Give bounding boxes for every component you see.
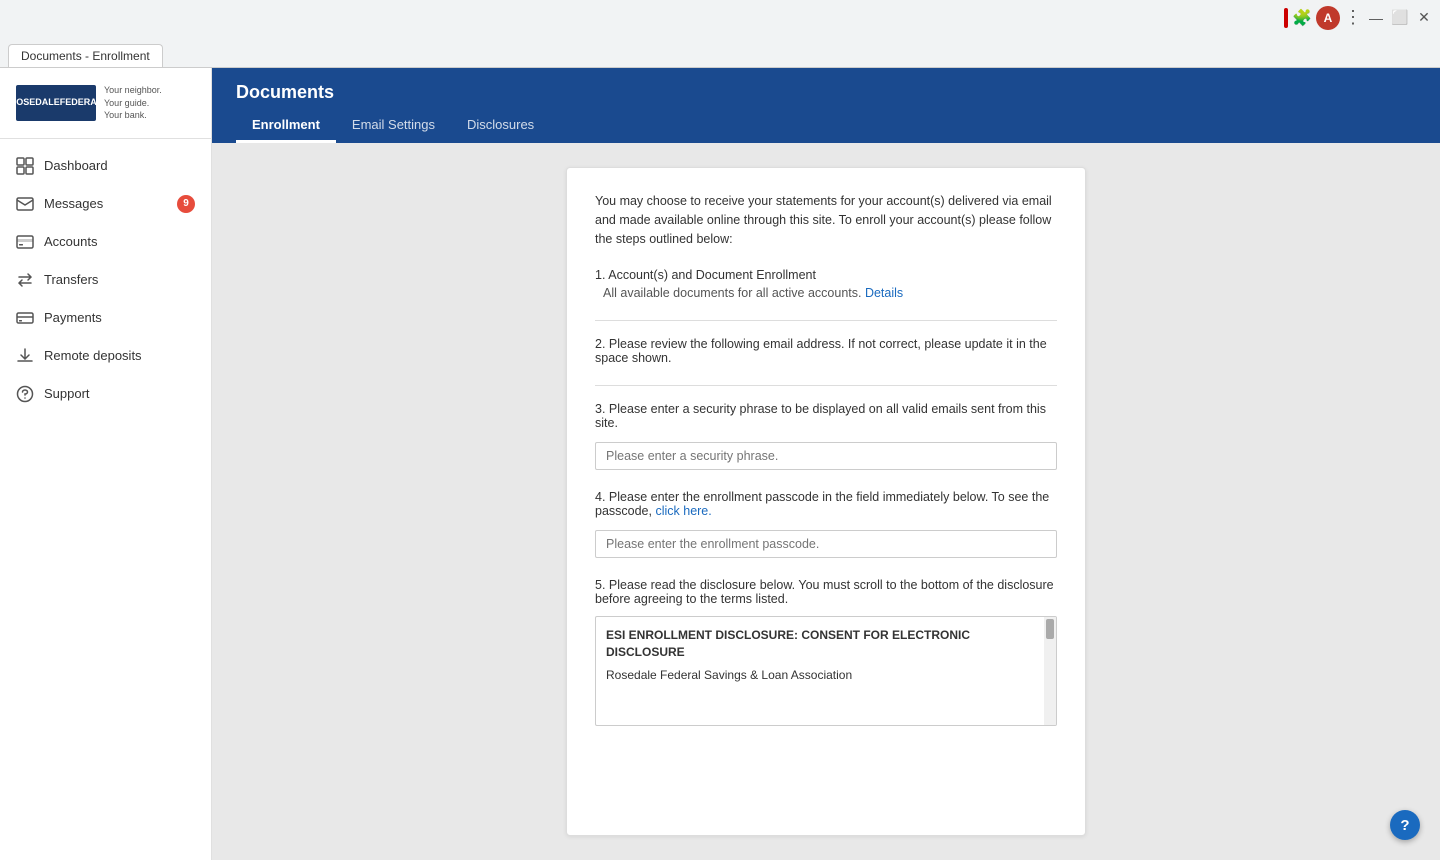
help-button[interactable]: ?	[1390, 810, 1420, 840]
step-5-title: 5. Please read the disclosure below. You…	[595, 578, 1057, 606]
step-2-number: 2.	[595, 337, 605, 351]
support-label: Support	[44, 386, 195, 401]
browser-chrome: 🧩 A ⋮ — ⬜ ✕ Documents - Enrollment	[0, 0, 1440, 68]
step-1-number: 1.	[595, 268, 605, 282]
dashboard-icon	[16, 157, 34, 175]
step-5-label: Please read the disclosure below. You mu…	[595, 578, 1054, 606]
remote-deposits-icon	[16, 347, 34, 365]
dashboard-label: Dashboard	[44, 158, 195, 173]
transfers-label: Transfers	[44, 272, 195, 287]
sidebar-item-remote-deposits[interactable]: Remote deposits	[0, 337, 211, 375]
page-title: Documents	[212, 68, 1440, 103]
accounts-label: Accounts	[44, 234, 195, 249]
accounts-icon	[16, 233, 34, 251]
step-1-details-link[interactable]: Details	[865, 286, 903, 300]
disclosure-body: Rosedale Federal Savings & Loan Associat…	[606, 667, 1036, 684]
extensions-puzzle-icon[interactable]: 🧩	[1292, 8, 1312, 28]
logo-tagline: Your neighbor. Your guide. Your bank.	[104, 84, 162, 122]
account-avatar[interactable]: A	[1316, 6, 1340, 30]
sidebar-nav: Dashboard Messages 9	[0, 139, 211, 860]
header-tabs: Enrollment Email Settings Disclosures	[212, 109, 1440, 143]
disclosure-content: ESI ENROLLMENT DISCLOSURE: CONSENT FOR E…	[596, 617, 1056, 693]
step-3: 3. Please enter a security phrase to be …	[595, 402, 1057, 470]
sidebar-logo: ROSEDALE FEDERAL Your neighbor. Your gui…	[0, 68, 211, 139]
step-4-title: 4. Please enter the enrollment passcode …	[595, 490, 1057, 518]
disclosure-scrollbar[interactable]	[1044, 617, 1056, 725]
tab-disclosures[interactable]: Disclosures	[451, 109, 550, 143]
tab-enrollment[interactable]: Enrollment	[236, 109, 336, 143]
sidebar-item-messages[interactable]: Messages 9	[0, 185, 211, 223]
transfers-icon	[16, 271, 34, 289]
top-header: Documents Enrollment Email Settings Disc…	[212, 68, 1440, 143]
browser-extensions: 🧩 A ⋮	[1284, 6, 1362, 30]
step-3-number: 3.	[595, 402, 605, 416]
maximize-button[interactable]: ⬜	[1392, 10, 1408, 26]
support-icon	[16, 385, 34, 403]
intro-text: You may choose to receive your statement…	[595, 192, 1057, 248]
payments-label: Payments	[44, 310, 195, 325]
step-4-number: 4.	[595, 490, 605, 504]
browser-tab[interactable]: Documents - Enrollment	[8, 44, 163, 67]
step-5: 5. Please read the disclosure below. You…	[595, 578, 1057, 726]
divider-1	[595, 320, 1057, 321]
sidebar-item-dashboard[interactable]: Dashboard	[0, 147, 211, 185]
step-5-number: 5.	[595, 578, 605, 592]
step-2-label: Please review the following email addres…	[595, 337, 1047, 365]
step-3-label: Please enter a security phrase to be dis…	[595, 402, 1046, 430]
step-1-label: Account(s) and Document Enrollment	[608, 268, 816, 282]
minimize-button[interactable]: —	[1368, 10, 1384, 26]
enrollment-passcode-input[interactable]	[595, 530, 1057, 558]
tab-email-settings[interactable]: Email Settings	[336, 109, 451, 143]
step-2: 2. Please review the following email add…	[595, 337, 1057, 365]
app-container: ROSEDALE FEDERAL Your neighbor. Your gui…	[0, 68, 1440, 860]
extension-red-bar	[1284, 8, 1288, 28]
content-body: You may choose to receive your statement…	[212, 143, 1440, 860]
window-controls: — ⬜ ✕	[1368, 10, 1432, 26]
sidebar-item-transfers[interactable]: Transfers	[0, 261, 211, 299]
messages-label: Messages	[44, 196, 167, 211]
security-phrase-input[interactable]	[595, 442, 1057, 470]
disclosure-title: ESI ENROLLMENT DISCLOSURE: CONSENT FOR E…	[606, 627, 1036, 661]
step-1-title: 1. Account(s) and Document Enrollment	[595, 268, 1057, 282]
step-4-link[interactable]: click here.	[655, 504, 711, 518]
logo-image: ROSEDALE FEDERAL	[16, 85, 96, 121]
step-3-title: 3. Please enter a security phrase to be …	[595, 402, 1057, 430]
step-4: 4. Please enter the enrollment passcode …	[595, 490, 1057, 558]
browser-menu-icon[interactable]: ⋮	[1344, 7, 1362, 28]
sidebar: ROSEDALE FEDERAL Your neighbor. Your gui…	[0, 68, 212, 860]
payments-icon	[16, 309, 34, 327]
step-1-sub: All available documents for all active a…	[595, 286, 1057, 300]
sidebar-item-support[interactable]: Support	[0, 375, 211, 413]
disclosure-box[interactable]: ESI ENROLLMENT DISCLOSURE: CONSENT FOR E…	[595, 616, 1057, 726]
step-2-title: 2. Please review the following email add…	[595, 337, 1057, 365]
main-area: Documents Enrollment Email Settings Disc…	[212, 68, 1440, 860]
messages-badge: 9	[177, 195, 195, 213]
sidebar-item-accounts[interactable]: Accounts	[0, 223, 211, 261]
remote-deposits-label: Remote deposits	[44, 348, 195, 363]
close-button[interactable]: ✕	[1416, 10, 1432, 26]
step-1: 1. Account(s) and Document Enrollment Al…	[595, 268, 1057, 300]
sidebar-item-payments[interactable]: Payments	[0, 299, 211, 337]
enrollment-card: You may choose to receive your statement…	[566, 167, 1086, 836]
messages-icon	[16, 195, 34, 213]
divider-2	[595, 385, 1057, 386]
